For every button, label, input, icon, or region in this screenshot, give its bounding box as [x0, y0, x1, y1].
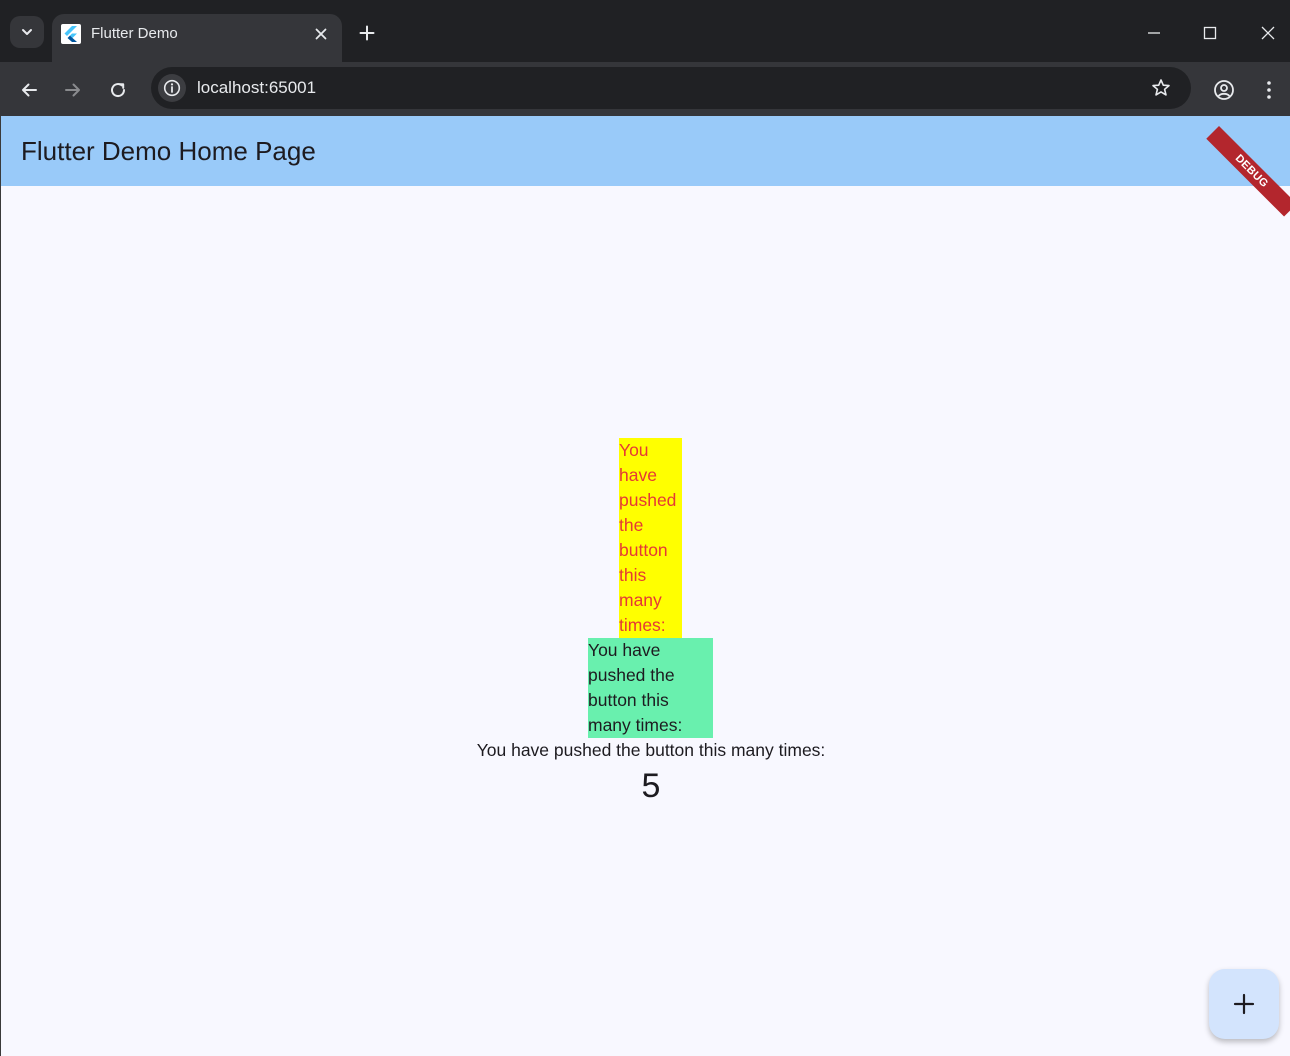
increment-button[interactable]: [1209, 969, 1279, 1039]
forward-button[interactable]: [58, 75, 88, 105]
browser-menu-button[interactable]: [1254, 75, 1284, 105]
green-text-box: You have pushed the button this many tim…: [588, 638, 713, 738]
yellow-text-box: You have pushed the button this many tim…: [619, 438, 682, 638]
reload-icon: [111, 83, 126, 98]
chevron-down-icon: [22, 29, 32, 35]
info-icon: [163, 79, 181, 97]
bookmark-button[interactable]: [1149, 76, 1173, 100]
maximize-icon: [1203, 26, 1217, 40]
site-info-button[interactable]: [158, 74, 186, 102]
browser-tab[interactable]: Flutter Demo: [52, 14, 342, 62]
reload-button[interactable]: [103, 75, 133, 105]
close-icon: [315, 28, 327, 40]
minimize-button[interactable]: [1136, 16, 1172, 50]
url-text[interactable]: localhost:65001: [197, 78, 316, 98]
tab-title: Flutter Demo: [91, 25, 178, 42]
address-bar[interactable]: localhost:65001: [151, 67, 1191, 109]
maximize-button[interactable]: [1192, 16, 1228, 50]
plus-icon: [359, 25, 375, 41]
page-title: Flutter Demo Home Page: [21, 136, 316, 166]
green-counter-label: You have pushed the button this many tim…: [588, 640, 683, 735]
profile-button[interactable]: [1209, 75, 1239, 105]
app-viewport: Flutter Demo Home Page DEBUG You have pu…: [0, 116, 1290, 1056]
browser-toolbar: localhost:65001: [0, 62, 1290, 116]
more-vert-icon: [1267, 81, 1271, 99]
arrow-left-icon: [22, 83, 37, 97]
star-icon: [1152, 79, 1170, 96]
counter-value: 5: [641, 767, 661, 805]
tab-search-button[interactable]: [10, 16, 44, 48]
close-icon: [1261, 26, 1275, 40]
arrow-right-icon: [65, 83, 80, 97]
plus-icon: [1233, 993, 1255, 1015]
window-close-button[interactable]: [1250, 16, 1286, 50]
flutter-logo-icon: [61, 24, 81, 44]
tab-close-button[interactable]: [310, 23, 332, 45]
counter-label: You have pushed the button this many tim…: [476, 740, 826, 760]
account-icon: [1214, 80, 1234, 100]
minimize-icon: [1148, 32, 1160, 34]
browser-titlebar: Flutter Demo: [0, 0, 1290, 62]
new-tab-button[interactable]: [355, 21, 379, 45]
back-button[interactable]: [14, 75, 44, 105]
app-bar: Flutter Demo Home Page: [1, 116, 1290, 186]
yellow-counter-label: You have pushed the button this many tim…: [619, 440, 677, 635]
